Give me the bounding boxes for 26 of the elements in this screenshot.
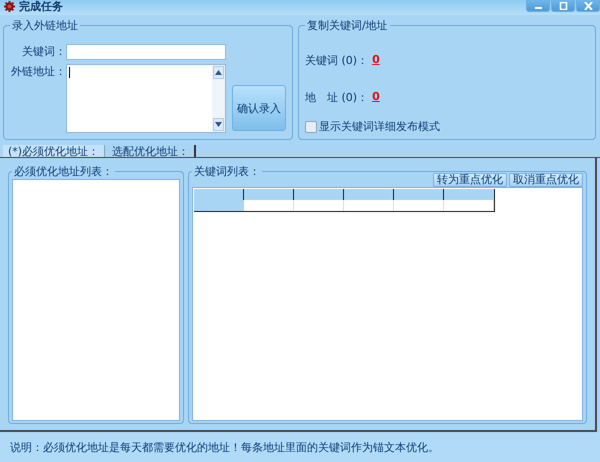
confirm-button[interactable]: 确认录入	[232, 85, 286, 131]
gear-icon	[4, 1, 15, 12]
close-icon	[584, 2, 592, 10]
window-title: 完成任务	[19, 0, 63, 14]
status-text: 说明：必须优化地址是每天都需要优化的地址！每条地址里面的关键词作为锚文本优化。	[10, 440, 439, 454]
scrollbar[interactable]	[212, 65, 225, 132]
maximize-button[interactable]	[551, 0, 575, 12]
group-title: 复制关键词/地址	[306, 18, 389, 33]
down-arrow-icon[interactable]	[215, 122, 222, 127]
toolbar-button[interactable]: 取消重点优化	[509, 173, 583, 187]
group-title: 录入外链地址	[11, 18, 79, 33]
field-label: 外链地址：	[10, 64, 66, 80]
count-label: 关键词 (0)：	[305, 53, 368, 68]
group-title: 必须优化地址列表：	[13, 164, 114, 179]
keyword-input[interactable]	[66, 44, 226, 60]
close-button[interactable]	[576, 0, 600, 12]
maximize-icon	[558, 2, 568, 10]
field-label: 关键词：	[21, 44, 66, 60]
tab[interactable]: (*)必须优化地址：	[3, 145, 106, 157]
checkbox[interactable]	[305, 120, 317, 132]
minimize-button[interactable]	[526, 0, 550, 12]
count-label: 地 址 (0)：	[305, 90, 368, 105]
toolbar-button[interactable]: 转为重点优化	[433, 173, 507, 187]
group-title: 关键词列表：	[193, 164, 261, 179]
up-arrow-icon[interactable]	[215, 70, 222, 75]
checkbox-label: 显示关键词详细发布模式	[319, 119, 440, 134]
